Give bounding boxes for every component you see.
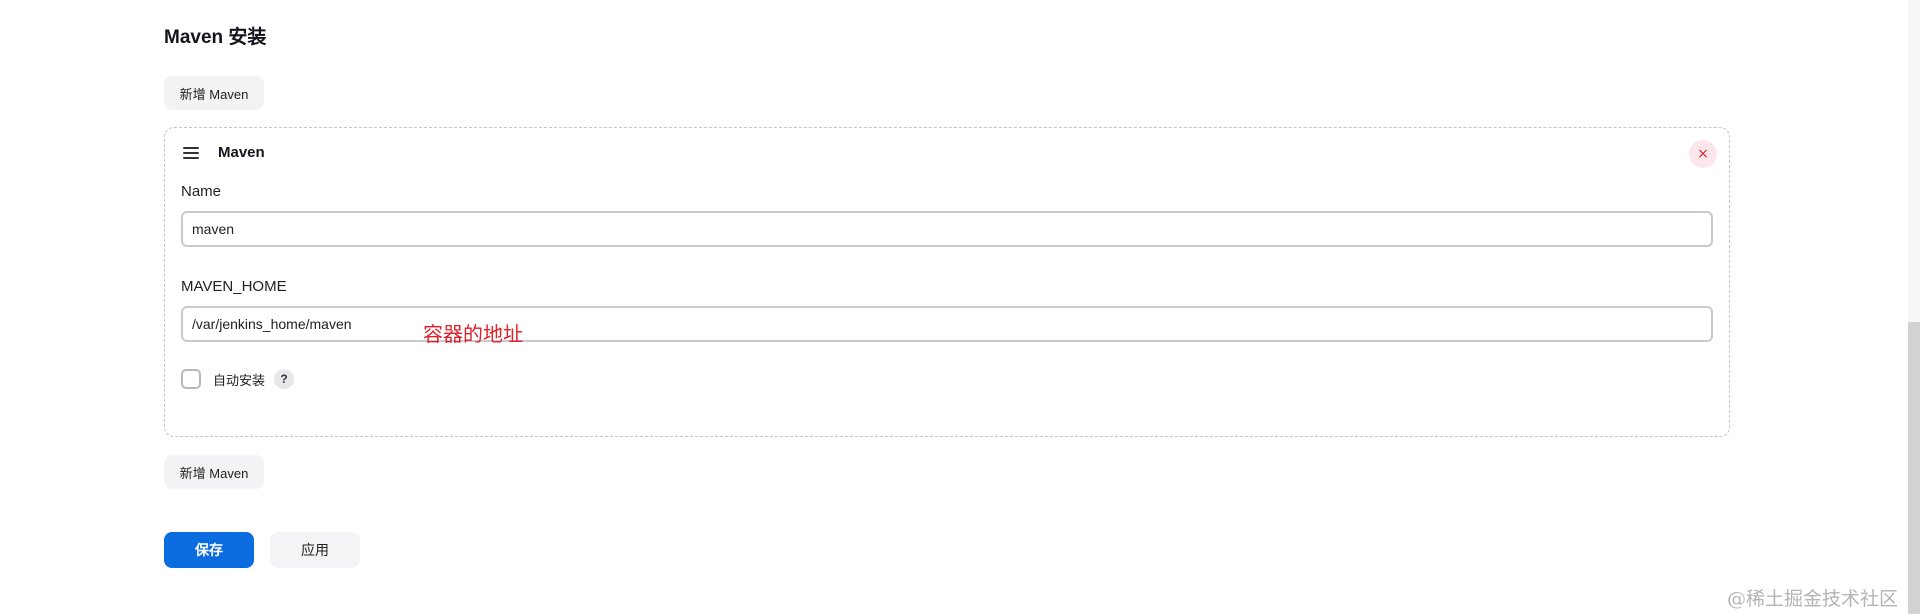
scrollbar-thumb[interactable] [1908,322,1920,614]
page: Maven 安装 新增 Maven Maven × Name MAVEN_HOM… [0,0,1920,614]
save-button[interactable]: 保存 [164,532,254,568]
add-maven-button-top[interactable]: 新增 Maven [164,76,264,110]
panel-title: Maven [218,144,265,161]
auto-install-checkbox[interactable] [181,369,201,389]
container-path-annotation: 容器的地址 [423,322,523,346]
add-maven-button-bottom[interactable]: 新增 Maven [164,455,264,489]
maven-installation-panel: Maven × Name MAVEN_HOME 容器的地址 自动安装 ? [164,127,1730,437]
drag-handle-icon[interactable] [183,146,199,159]
name-label: Name [181,183,222,200]
maven-home-input[interactable] [181,306,1713,342]
help-icon[interactable]: ? [274,369,295,389]
watermark: @稀土掘金技术社区 [1726,588,1898,610]
panel-header: Maven [183,144,265,161]
name-input[interactable] [181,211,1713,247]
auto-install-row: 自动安装 ? [181,369,295,389]
auto-install-label: 自动安装 [213,372,266,388]
section-title: Maven 安装 [164,27,267,48]
apply-button[interactable]: 应用 [270,532,360,568]
scrollbar-track[interactable] [1908,0,1920,614]
close-icon[interactable]: × [1689,140,1717,168]
maven-home-label: MAVEN_HOME [181,278,287,295]
